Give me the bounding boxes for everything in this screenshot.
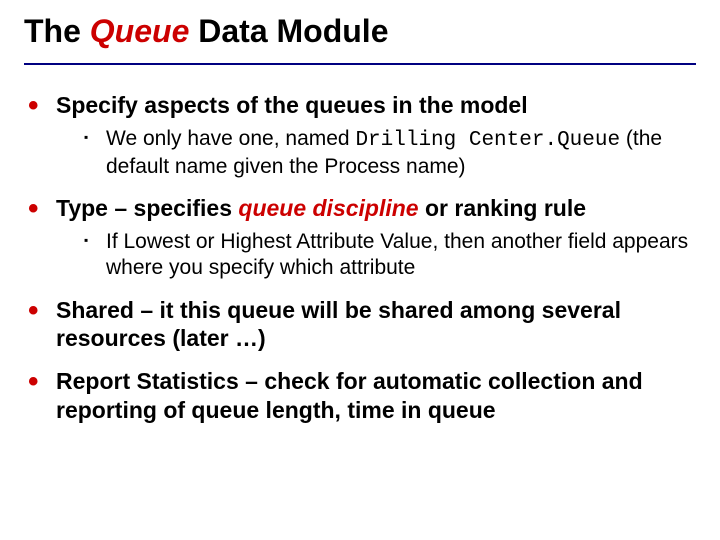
slide-title: The Queue Data Module bbox=[24, 14, 696, 65]
bullet-4: Report Statistics – check for automatic … bbox=[28, 367, 692, 425]
bullet-1-sub-1-pre: We only have one, named bbox=[106, 127, 355, 150]
bullet-2-emph: queue discipline bbox=[238, 195, 418, 221]
bullet-2-sub-1-text: If Lowest or Highest Attribute Value, th… bbox=[106, 230, 688, 279]
title-post: Data Module bbox=[189, 13, 388, 49]
bullet-1: Specify aspects of the queues in the mod… bbox=[28, 91, 692, 180]
bullet-2: Type – specifies queue discipline or ran… bbox=[28, 194, 692, 281]
bullet-1-sub-1-code: Drilling Center.Queue bbox=[355, 129, 620, 152]
title-pre: The bbox=[24, 13, 90, 49]
bullet-1-sub-1: We only have one, named Drilling Center.… bbox=[84, 126, 692, 181]
bullet-2-sublist: If Lowest or Highest Attribute Value, th… bbox=[56, 229, 692, 282]
bullet-3-text: Shared – it this queue will be shared am… bbox=[56, 297, 621, 352]
bullet-2-pre: Type – specifies bbox=[56, 195, 238, 221]
bullet-1-sublist: We only have one, named Drilling Center.… bbox=[56, 126, 692, 181]
bullet-2-post: or ranking rule bbox=[419, 195, 586, 221]
bullet-3: Shared – it this queue will be shared am… bbox=[28, 296, 692, 354]
title-emph: Queue bbox=[90, 13, 190, 49]
bullet-2-sub-1: If Lowest or Highest Attribute Value, th… bbox=[84, 229, 692, 282]
bullet-4-text: Report Statistics – check for automatic … bbox=[56, 368, 643, 423]
bullet-1-text: Specify aspects of the queues in the mod… bbox=[56, 92, 528, 118]
bullet-list: Specify aspects of the queues in the mod… bbox=[24, 91, 696, 425]
slide: The Queue Data Module Specify aspects of… bbox=[0, 0, 720, 540]
